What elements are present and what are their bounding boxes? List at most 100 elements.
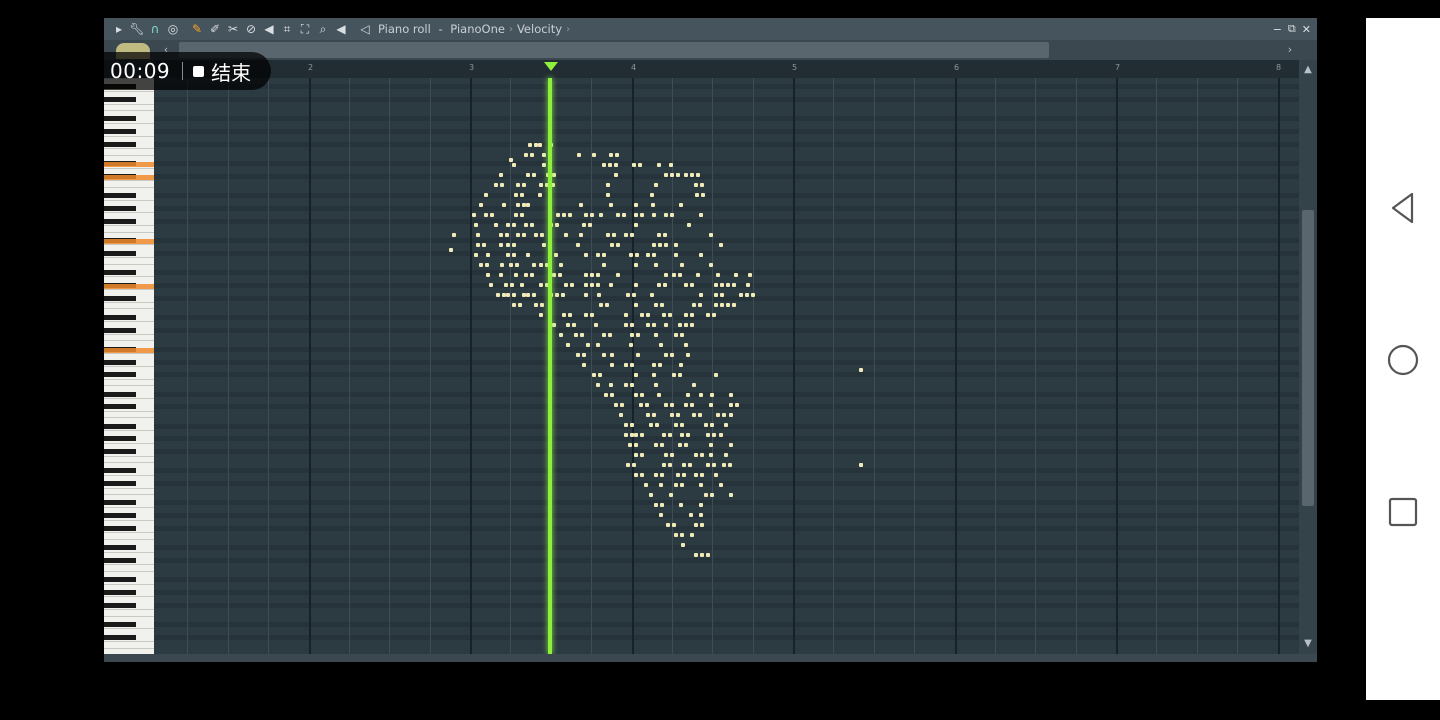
note[interactable] bbox=[597, 293, 601, 297]
note[interactable] bbox=[676, 173, 680, 177]
note[interactable] bbox=[572, 323, 576, 327]
scroll-up-icon[interactable]: ▲ bbox=[1299, 64, 1317, 75]
note[interactable] bbox=[646, 253, 650, 257]
black-key[interactable] bbox=[104, 404, 136, 410]
note[interactable] bbox=[582, 353, 586, 357]
note[interactable] bbox=[735, 403, 739, 407]
note[interactable] bbox=[699, 253, 703, 257]
note[interactable] bbox=[674, 483, 678, 487]
note[interactable] bbox=[706, 553, 710, 557]
black-key[interactable] bbox=[104, 391, 136, 397]
note[interactable] bbox=[500, 263, 504, 267]
note[interactable] bbox=[538, 143, 542, 147]
note[interactable] bbox=[676, 473, 680, 477]
note[interactable] bbox=[678, 443, 682, 447]
note[interactable] bbox=[696, 173, 700, 177]
scroll-right-icon[interactable]: › bbox=[1283, 42, 1297, 58]
note[interactable] bbox=[652, 243, 656, 247]
note[interactable] bbox=[624, 433, 628, 437]
note[interactable] bbox=[506, 223, 510, 227]
note[interactable] bbox=[694, 453, 698, 457]
close-icon[interactable]: ✕ bbox=[1302, 23, 1311, 36]
note[interactable] bbox=[714, 293, 718, 297]
note[interactable] bbox=[555, 293, 559, 297]
note[interactable] bbox=[674, 243, 678, 247]
note[interactable] bbox=[568, 213, 572, 217]
note[interactable] bbox=[526, 203, 530, 207]
note[interactable] bbox=[490, 213, 494, 217]
note[interactable] bbox=[654, 383, 658, 387]
note[interactable] bbox=[510, 283, 514, 287]
black-key[interactable] bbox=[104, 129, 136, 135]
note[interactable] bbox=[652, 413, 656, 417]
note[interactable] bbox=[484, 213, 488, 217]
note[interactable] bbox=[539, 263, 543, 267]
note[interactable] bbox=[509, 158, 513, 162]
note[interactable] bbox=[632, 463, 636, 467]
note[interactable] bbox=[652, 253, 656, 257]
note[interactable] bbox=[682, 463, 686, 467]
note[interactable] bbox=[599, 213, 603, 217]
note[interactable] bbox=[700, 453, 704, 457]
note[interactable] bbox=[626, 463, 630, 467]
note[interactable] bbox=[509, 263, 513, 267]
note[interactable] bbox=[624, 363, 628, 367]
note[interactable] bbox=[679, 503, 683, 507]
note[interactable] bbox=[609, 153, 613, 157]
note[interactable] bbox=[659, 343, 663, 347]
note[interactable] bbox=[700, 553, 704, 557]
note[interactable] bbox=[512, 303, 516, 307]
note[interactable] bbox=[532, 263, 536, 267]
note[interactable] bbox=[564, 233, 568, 237]
note[interactable] bbox=[540, 233, 544, 237]
note[interactable] bbox=[562, 313, 566, 317]
note[interactable] bbox=[728, 463, 732, 467]
note[interactable] bbox=[660, 303, 664, 307]
note[interactable] bbox=[709, 263, 713, 267]
note[interactable] bbox=[584, 313, 588, 317]
note[interactable] bbox=[716, 273, 720, 277]
note[interactable] bbox=[630, 363, 634, 367]
note[interactable] bbox=[670, 353, 674, 357]
home-icon[interactable] bbox=[1366, 330, 1440, 390]
note[interactable] bbox=[680, 483, 684, 487]
note[interactable] bbox=[586, 343, 590, 347]
note[interactable] bbox=[657, 393, 661, 397]
note[interactable] bbox=[662, 313, 666, 317]
note[interactable] bbox=[680, 333, 684, 337]
note[interactable] bbox=[609, 383, 613, 387]
note[interactable] bbox=[700, 183, 704, 187]
playhead[interactable] bbox=[548, 78, 552, 654]
note[interactable] bbox=[526, 293, 530, 297]
note[interactable] bbox=[605, 303, 609, 307]
note[interactable] bbox=[524, 153, 528, 157]
note[interactable] bbox=[516, 233, 520, 237]
note[interactable] bbox=[559, 333, 563, 337]
note[interactable] bbox=[664, 173, 668, 177]
note[interactable] bbox=[644, 483, 648, 487]
note[interactable] bbox=[634, 473, 638, 477]
timeline-ruler[interactable]: 2 3 4 5 6 7 8 bbox=[154, 60, 1299, 79]
note[interactable] bbox=[698, 303, 702, 307]
note[interactable] bbox=[634, 213, 638, 217]
note[interactable] bbox=[598, 373, 602, 377]
slice-icon[interactable]: ⌗ bbox=[278, 20, 296, 38]
highlighted-key[interactable] bbox=[104, 162, 154, 168]
note[interactable] bbox=[674, 333, 678, 337]
note[interactable] bbox=[590, 213, 594, 217]
note[interactable] bbox=[499, 233, 503, 237]
note[interactable] bbox=[746, 283, 750, 287]
note[interactable] bbox=[700, 523, 704, 527]
black-key[interactable] bbox=[104, 545, 136, 551]
note[interactable] bbox=[709, 233, 713, 237]
note[interactable] bbox=[664, 353, 668, 357]
note[interactable] bbox=[692, 383, 696, 387]
note[interactable] bbox=[710, 393, 714, 397]
note[interactable] bbox=[684, 343, 688, 347]
highlighted-key[interactable] bbox=[104, 239, 154, 244]
note[interactable] bbox=[672, 523, 676, 527]
playhead-marker-icon[interactable] bbox=[544, 62, 558, 71]
note[interactable] bbox=[732, 303, 736, 307]
note[interactable] bbox=[570, 283, 574, 287]
note[interactable] bbox=[596, 383, 600, 387]
